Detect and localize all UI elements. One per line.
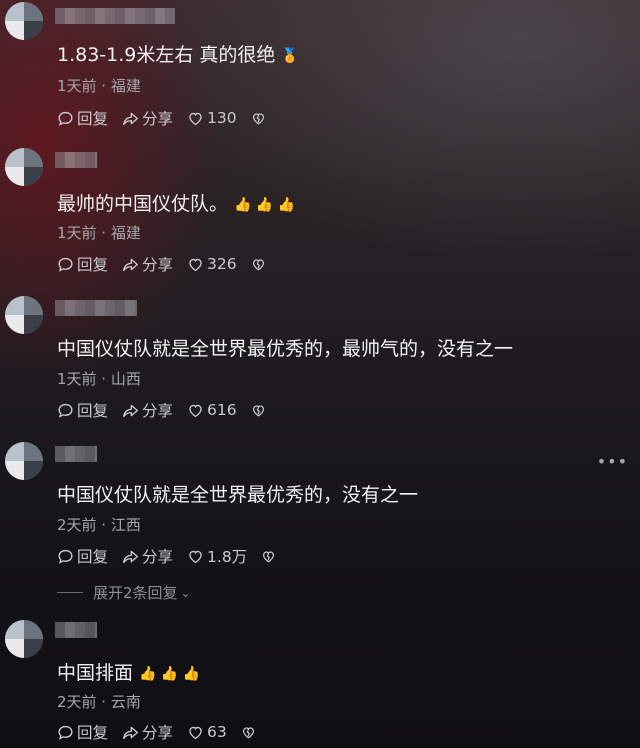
- expand-replies-label: 展开2条回复: [93, 584, 178, 602]
- heart-icon: [189, 726, 202, 739]
- share-arrow-icon: [123, 726, 138, 739]
- comment-actions: 回复 分享 616: [57, 400, 283, 420]
- more-dots-icon[interactable]: •••: [597, 452, 628, 471]
- expand-replies-button[interactable]: 展开2条回复 ⌄: [57, 582, 191, 603]
- share-button[interactable]: 分享: [122, 721, 173, 743]
- avatar[interactable]: [5, 620, 43, 658]
- username-blurred[interactable]: [55, 622, 97, 638]
- like-button[interactable]: 326: [187, 255, 237, 273]
- reply-label: 回复: [77, 548, 109, 566]
- like-button[interactable]: 63: [187, 723, 227, 741]
- username-blurred[interactable]: [55, 152, 97, 168]
- thumbs-up-emoji: 👍 👍 👍: [139, 666, 201, 682]
- avatar[interactable]: [5, 296, 43, 334]
- reply-bubble-icon: [58, 549, 73, 564]
- reply-label: 回复: [77, 402, 109, 420]
- heart-icon: [189, 258, 202, 271]
- reply-button[interactable]: 回复: [57, 545, 108, 567]
- thumbs-up-emoji: 👍 👍 👍: [234, 197, 296, 213]
- dislike-button[interactable]: [261, 549, 279, 564]
- comment-meta: 1天前 · 山西: [57, 370, 141, 388]
- username-blurred[interactable]: [55, 300, 137, 316]
- reply-button[interactable]: 回复: [57, 399, 108, 421]
- share-label: 分享: [142, 724, 174, 742]
- comment-actions: 回复 分享 63: [57, 722, 273, 742]
- like-button[interactable]: 616: [187, 401, 237, 419]
- share-button[interactable]: 分享: [122, 399, 173, 421]
- comment-text: 中国仪仗队就是全世界最优秀的，最帅气的，没有之一: [57, 338, 514, 360]
- broken-heart-icon: [242, 726, 254, 738]
- dislike-button[interactable]: [251, 403, 269, 418]
- comment-item: 中国排面 👍 👍 👍 2天前 · 云南 回复 分享 63: [0, 0, 640, 742]
- reply-bubble-icon: [58, 725, 73, 740]
- share-label: 分享: [142, 548, 174, 566]
- share-arrow-icon: [123, 550, 138, 563]
- share-label: 分享: [142, 256, 174, 274]
- username-blurred[interactable]: [55, 446, 97, 462]
- dislike-button[interactable]: [251, 257, 269, 272]
- heart-icon: [189, 550, 202, 563]
- broken-heart-icon: [252, 404, 264, 416]
- share-label: 分享: [142, 402, 174, 420]
- like-count: 616: [207, 401, 237, 419]
- avatar[interactable]: [5, 148, 43, 186]
- reply-label: 回复: [77, 256, 109, 274]
- comment-meta: 1天前 · 福建: [57, 224, 141, 242]
- avatar[interactable]: [5, 442, 43, 480]
- comment-actions: 回复 分享 1.8万: [57, 546, 293, 566]
- divider-line: [57, 592, 83, 593]
- comment-text: 中国仪仗队就是全世界最优秀的，没有之一: [57, 484, 419, 506]
- chevron-down-icon: ⌄: [180, 585, 191, 600]
- comment-meta: 2天前 · 江西: [57, 516, 141, 534]
- reply-label: 回复: [77, 724, 109, 742]
- reply-bubble-icon: [58, 257, 73, 272]
- share-arrow-icon: [123, 404, 138, 417]
- comment-text: 中国排面 👍 👍 👍: [57, 662, 201, 684]
- share-button[interactable]: 分享: [122, 545, 173, 567]
- comment-actions: 回复 分享 326: [57, 254, 283, 274]
- like-count: 326: [207, 255, 237, 273]
- comment-text: 最帅的中国仪仗队。 👍 👍 👍: [57, 193, 296, 215]
- broken-heart-icon: [252, 258, 264, 270]
- like-count: 63: [207, 723, 227, 741]
- dislike-button[interactable]: [241, 725, 259, 740]
- share-button[interactable]: 分享: [122, 253, 173, 275]
- like-button[interactable]: 1.8万: [187, 545, 247, 567]
- reply-button[interactable]: 回复: [57, 721, 108, 743]
- like-count: 1.8万: [207, 548, 248, 566]
- heart-icon: [189, 404, 202, 417]
- comment-meta: 2天前 · 云南: [57, 693, 141, 711]
- reply-bubble-icon: [58, 403, 73, 418]
- share-arrow-icon: [123, 258, 138, 271]
- broken-heart-icon: [263, 550, 275, 562]
- reply-button[interactable]: 回复: [57, 253, 108, 275]
